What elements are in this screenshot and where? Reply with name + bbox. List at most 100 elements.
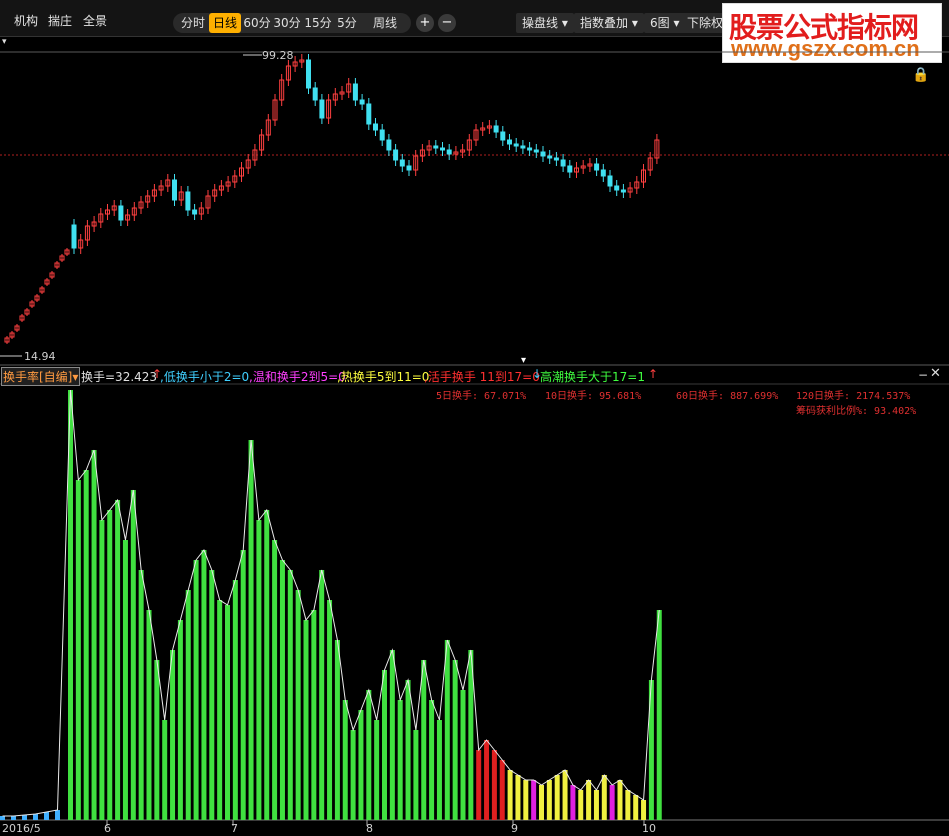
turnover-bar: [421, 660, 427, 820]
turnover-bar: [515, 775, 521, 820]
turnover-bar: [240, 550, 246, 820]
legend-mild: ,温和换手2到5=0: [249, 370, 346, 384]
turnover-bar: [366, 690, 372, 820]
turnover-bar: [405, 680, 411, 820]
turnover-bar: [342, 700, 348, 820]
price-low-label: 14.94: [24, 350, 56, 363]
stat-60d: 60日换手: 887.699%: [676, 391, 779, 402]
turnover-bar: [546, 780, 552, 820]
candle-body: [366, 103, 372, 125]
turnover-bar: [570, 785, 576, 820]
candle-body: [406, 165, 412, 171]
candle-body: [359, 99, 365, 105]
candle-body: [440, 147, 445, 151]
candle-body: [594, 163, 600, 171]
turnover-bar: [256, 520, 262, 820]
turnover-bar: [75, 480, 81, 820]
candle-body: [71, 224, 77, 249]
turnover-bar: [264, 510, 270, 820]
turnover-bar: [248, 440, 254, 820]
turnover-bar: [429, 700, 435, 820]
turnover-bar: [327, 600, 333, 820]
turnover-bar: [170, 650, 176, 820]
candle-body: [172, 179, 177, 201]
candle-body: [399, 159, 405, 167]
legend-hot: ,热换手5到11=0: [337, 370, 430, 384]
turnover-bar: [311, 610, 317, 820]
turnover-bar: [0, 816, 5, 820]
candle-body: [386, 139, 392, 151]
chevron-down-icon[interactable]: ▾: [2, 37, 7, 47]
turnover-bar: [476, 750, 482, 820]
turnover-bar-series: [0, 389, 662, 820]
candle-body: [185, 191, 191, 211]
x-label-10: 10: [642, 822, 656, 835]
candle-body: [373, 123, 378, 131]
turnover-bar: [177, 620, 183, 820]
turnover-bar: [279, 560, 285, 820]
candle-body: [500, 131, 506, 141]
arrow-down-icon[interactable]: ▾: [521, 355, 526, 366]
turnover-bar: [601, 775, 607, 820]
turnover-bar: [350, 730, 356, 820]
turnover-bar: [33, 814, 38, 820]
turnover-bar: [154, 660, 160, 820]
candle-body: [547, 155, 553, 159]
turnover-bar: [397, 700, 403, 820]
turnover-bar: [295, 590, 301, 820]
turnover-bar: [641, 800, 647, 820]
turnover-bar: [303, 620, 309, 820]
turnover-bar: [593, 790, 599, 820]
turnover-bar: [358, 710, 364, 820]
turnover-bar: [99, 520, 105, 820]
stat-120d: 120日换手: 2174.537%: [796, 391, 911, 402]
turnover-bar: [436, 720, 442, 820]
turnover-bar: [609, 785, 615, 820]
turnover-bar: [531, 780, 537, 820]
turnover-bar: [287, 570, 293, 820]
turnover-bar: [209, 570, 215, 820]
candle-body: [533, 149, 539, 153]
indicator-name-dropdown[interactable]: 换手率[自编]▾: [1, 367, 81, 386]
lock-icon[interactable]: 🔒: [912, 67, 929, 83]
x-label-2016-5: 2016/5: [2, 822, 41, 835]
turnover-bar: [578, 790, 584, 820]
turnover-bar: [22, 815, 27, 820]
candle-body: [118, 205, 124, 221]
arrow-up-icon-2: ↑: [648, 367, 659, 381]
turnover-bar: [185, 590, 191, 820]
candle-body: [553, 157, 559, 161]
turnover-bar: [484, 740, 490, 820]
candle-body: [192, 209, 198, 215]
candle-body: [567, 165, 573, 173]
candle-body: [614, 185, 620, 191]
candle-body: [379, 129, 385, 141]
stat-chip-profit: 筹码获利比例%: 93.402%: [796, 406, 917, 417]
turnover-bar: [83, 470, 89, 820]
candle-body: [513, 143, 519, 147]
turnover-bar: [617, 780, 623, 820]
x-label-6: 6: [104, 822, 111, 835]
turnover-bar: [44, 812, 49, 820]
chart-canvas[interactable]: 99.28 14.94 2016/5 6 7 8 9 10: [0, 0, 949, 836]
candle-body: [312, 87, 318, 101]
candle-body: [507, 139, 512, 145]
turnover-bar: [122, 540, 128, 820]
turnover-bar: [225, 605, 230, 820]
turnover-bar: [334, 640, 340, 820]
indicator-legend: 换手率[自编]▾ 换手=32.423 ↑ ,低换手小于2=0 ,温和换手2到5=…: [0, 367, 949, 386]
x-label-8: 8: [366, 822, 373, 835]
candle-body: [493, 125, 499, 133]
turnover-bar: [491, 750, 497, 820]
turnover-bar: [586, 780, 592, 820]
turnover-bar: [55, 810, 60, 820]
turnover-value: 换手=32.423: [81, 370, 158, 384]
turnover-bar: [130, 490, 136, 820]
chart-overlays: [0, 54, 262, 357]
candle-body: [520, 145, 526, 149]
x-label-9: 9: [511, 822, 518, 835]
price-high-label: 99.28: [262, 49, 294, 62]
legend-low: ,低换手小于2=0: [160, 370, 250, 384]
turnover-bar: [460, 690, 466, 820]
turnover-bar: [452, 660, 458, 820]
